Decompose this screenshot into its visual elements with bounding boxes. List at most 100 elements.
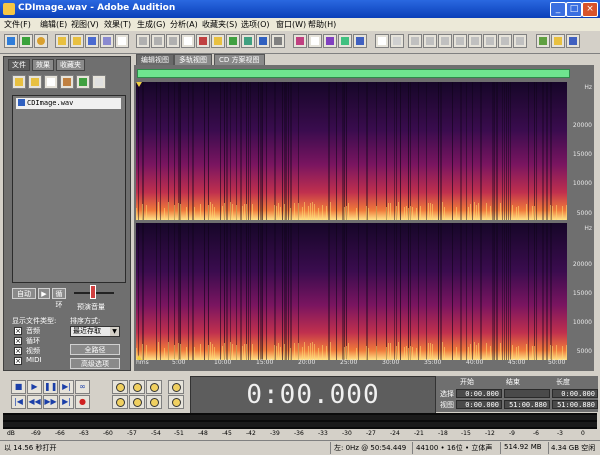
selection-end[interactable] [504,389,550,398]
view-length[interactable]: 51:00.880 [552,400,598,409]
minimize-button[interactable]: _ [550,2,566,17]
edit-file-button[interactable] [76,75,90,89]
full-path-button[interactable]: 全路径 [70,344,120,355]
zoom-in-vertical-button[interactable] [168,380,184,394]
spectral-display[interactable] [136,82,567,362]
toolbar-cut-button[interactable] [196,34,210,48]
zoom-left-button[interactable] [112,395,128,409]
play-button[interactable]: ▶ [27,380,42,394]
toolbar-spectral-phase-button[interactable] [338,34,352,48]
toolbar-time-select-tool[interactable] [375,34,389,48]
preview-button[interactable] [92,75,106,89]
toolbar-button-h[interactable] [513,34,527,48]
toolbar-open-append-button[interactable] [70,34,84,48]
preview-volume-slider[interactable] [90,285,96,299]
close-file-button[interactable] [44,75,58,89]
menu-effects[interactable]: 效果(T) [104,19,131,30]
pause-button[interactable]: ❚❚ [43,380,58,394]
fast-forward-button[interactable]: ▶▶ [43,395,58,409]
toolbar-button-f[interactable] [483,34,497,48]
view-begin[interactable]: 0:00.000 [456,400,502,409]
toolbar-copy-button[interactable] [181,34,195,48]
loop-preview-button[interactable]: 循环 [52,288,66,309]
toolbar-button-e[interactable] [468,34,482,48]
zoom-out-vertical-button[interactable] [168,395,184,409]
menu-help[interactable]: 帮助(H) [308,19,336,30]
menu-analyze[interactable]: 分析(A) [170,19,198,30]
zoom-right-button[interactable] [129,395,145,409]
overview-bar[interactable] [137,69,570,78]
go-to-end-button[interactable]: ▶| [59,395,74,409]
toolbar-button-a[interactable] [408,34,422,48]
menu-favorites[interactable]: 收藏夹(S) [202,19,237,30]
toolbar-undo-button[interactable] [136,34,150,48]
toolbar-cd-button[interactable] [34,34,48,48]
rewind-button[interactable]: ◀◀ [27,395,42,409]
toolbar-spectral-button[interactable] [308,34,322,48]
play-to-end-button[interactable]: ▶| [59,380,74,394]
advanced-options-button[interactable]: 高级选项 [70,358,120,369]
toolbar-button-g[interactable] [498,34,512,48]
view-end[interactable]: 51:00.880 [504,400,550,409]
zoom-selection-button[interactable] [146,395,162,409]
toolbar-close-button[interactable] [115,34,129,48]
toolbar-waveform-button[interactable] [293,34,307,48]
toolbar-multitrack-button[interactable] [19,34,33,48]
sort-select[interactable]: 最近存取 ▼ [70,326,120,337]
close-button[interactable]: × [582,2,598,17]
toolbar-edit-view-button[interactable] [4,34,18,48]
checkbox-video[interactable]: × [14,347,22,355]
menu-window[interactable]: 窗口(W) [276,19,306,30]
go-to-start-button[interactable]: |◀ [11,395,26,409]
go-to-start-icon: |◀ [14,397,23,406]
toolbar-favorites-button[interactable] [551,34,565,48]
menu-options[interactable]: 选项(O) [241,19,270,30]
toolbar-button-b[interactable] [423,34,437,48]
menu-view[interactable]: 视图(V) [71,19,99,30]
toolbar-mix-paste-button[interactable] [241,34,255,48]
toolbar-paste-new-button[interactable] [226,34,240,48]
toolbar-help-button[interactable] [566,34,580,48]
toolbar-save-button[interactable] [85,34,99,48]
toolbar-open-button[interactable] [55,34,69,48]
zoom-in-horizontal-button[interactable] [112,380,128,394]
time-tick: 15:00 [256,359,274,366]
play-preview-button[interactable]: ▶ [38,288,50,299]
open-file-button[interactable] [12,75,26,89]
toolbar-effects-button[interactable] [536,34,550,48]
checkbox-audio[interactable]: × [14,327,22,335]
toolbar-redo-button[interactable] [151,34,165,48]
auto-play-button[interactable]: 自动 [12,288,36,299]
checkbox-loop[interactable]: × [14,337,22,345]
record-button[interactable]: ● [75,395,90,409]
menu-edit[interactable]: 编辑(E) [40,19,67,30]
stop-button[interactable]: ■ [11,380,26,394]
toolbar-delete-button[interactable] [271,34,285,48]
toolbar-trim-button[interactable] [256,34,270,48]
status-divider [330,442,331,454]
menu-generate[interactable]: 生成(G) [137,19,165,30]
tab-files[interactable]: 文件 [8,59,30,71]
toolbar-button-c[interactable] [438,34,452,48]
import-button[interactable] [28,75,42,89]
toolbar-grid-button[interactable] [353,34,367,48]
menu-file[interactable]: 文件(F) [4,19,31,30]
toolbar-paste-button[interactable] [211,34,225,48]
insert-button[interactable] [60,75,74,89]
loop-play-button[interactable]: ∞ [75,380,90,394]
loop-icon: ∞ [79,382,86,391]
file-list-item[interactable]: CDImage.wav [16,98,121,109]
selection-length[interactable]: 0:00.000 [552,389,598,398]
toolbar-marquee-tool[interactable] [390,34,404,48]
tab-favorites[interactable]: 收藏夹 [56,59,85,71]
toolbar-repeat-button[interactable] [166,34,180,48]
toolbar-button-d[interactable] [453,34,467,48]
zoom-out-horizontal-button[interactable] [129,380,145,394]
checkbox-midi[interactable]: × [14,357,22,365]
zoom-out-full-button[interactable] [146,380,162,394]
maximize-button[interactable]: □ [566,2,582,17]
tab-effects[interactable]: 效果 [32,59,54,71]
toolbar-save-as-button[interactable] [100,34,114,48]
toolbar-spectral-pan-button[interactable] [323,34,337,48]
selection-begin[interactable]: 0:00.000 [456,389,502,398]
